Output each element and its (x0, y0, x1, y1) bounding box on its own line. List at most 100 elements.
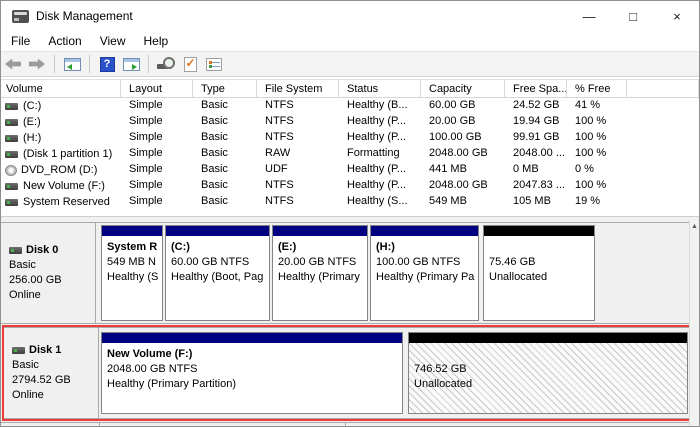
layout-cell: Simple (121, 194, 193, 210)
capacity-cell: 60.00 GB (421, 98, 505, 114)
column-header-free-space[interactable]: Free Spa... (505, 80, 567, 97)
partition-name: (C:) (171, 240, 264, 255)
table-row[interactable]: (Disk 1 partition 1) Simple Basic RAW Fo… (1, 146, 699, 162)
pct-free-cell: 100 % (567, 178, 627, 194)
column-header-empty (627, 80, 699, 97)
partition-color-bar (273, 226, 367, 236)
partition-color-bar (102, 333, 402, 343)
volume-name: (Disk 1 partition 1) (23, 148, 112, 160)
column-header-volume[interactable]: Volume (1, 80, 121, 97)
table-row[interactable]: (H:) Simple Basic NTFS Healthy (P... 100… (1, 130, 699, 146)
disk-graphic-panel: Disk 0 Basic 256.00 GB Online System R 5… (1, 216, 699, 426)
toolbar-separator (54, 55, 55, 73)
close-button[interactable]: × (655, 1, 699, 31)
menu-action[interactable]: Action (39, 32, 90, 50)
status-cell: Healthy (P... (339, 130, 421, 146)
check-document-icon[interactable]: ✓ (178, 53, 202, 75)
column-header-capacity[interactable]: Capacity (421, 80, 505, 97)
partition-system-reserved[interactable]: System R 549 MB N Healthy (S (101, 225, 163, 321)
disk-management-window: Disk Management — □ × File Action View H… (0, 0, 700, 427)
table-row[interactable]: DVD_ROM (D:) Simple Basic UDF Healthy (P… (1, 162, 699, 178)
partition-e[interactable]: (E:) 20.00 GB NTFS Healthy (Primary (272, 225, 368, 321)
partition-color-bar (371, 226, 478, 236)
volume-list-header: Volume Layout Type File System Status Ca… (1, 79, 699, 98)
scroll-up-icon[interactable]: ▲ (690, 220, 699, 234)
free-space-cell: 2047.83 ... (505, 178, 567, 194)
minimize-button[interactable]: — (567, 1, 611, 31)
pct-free-cell: 100 % (567, 114, 627, 130)
free-space-cell: 0 MB (505, 162, 567, 178)
back-icon[interactable] (1, 53, 25, 75)
pct-free-cell: 19 % (567, 194, 627, 210)
column-header-pct-free[interactable]: % Free (567, 80, 627, 97)
properties-list-icon[interactable] (202, 53, 226, 75)
drive-icon (5, 183, 18, 190)
pct-free-cell: 100 % (567, 130, 627, 146)
toolbar-separator (148, 55, 149, 73)
dvd-icon (5, 165, 17, 176)
show-action-pane-icon[interactable] (119, 53, 143, 75)
status-cell: Healthy (B... (339, 98, 421, 114)
title-bar: Disk Management — □ × (1, 1, 699, 31)
partition-name (489, 240, 589, 255)
volume-name: New Volume (F:) (23, 180, 105, 192)
partition-unallocated-disk1[interactable]: 746.52 GB Unallocated (408, 332, 688, 414)
disk0-label[interactable]: Disk 0 Basic 256.00 GB Online (1, 223, 96, 323)
menu-bar: File Action View Help (1, 31, 699, 51)
partition-status: Healthy (Boot, Pag (171, 270, 264, 285)
maximize-button[interactable]: □ (611, 1, 655, 31)
forward-icon[interactable] (25, 53, 49, 75)
table-row[interactable]: System Reserved Simple Basic NTFS Health… (1, 194, 699, 210)
partition-name: New Volume (F:) (107, 347, 397, 362)
file-system-cell: RAW (257, 146, 339, 162)
menu-help[interactable]: Help (135, 32, 178, 50)
disk-kind: Basic (12, 358, 98, 373)
partition-size: 549 MB N (107, 255, 157, 270)
file-system-cell: NTFS (257, 98, 339, 114)
type-cell: Basic (193, 194, 257, 210)
layout-cell: Simple (121, 114, 193, 130)
column-header-type[interactable]: Type (193, 80, 257, 97)
toolbar: ? ✓ (1, 51, 699, 77)
disk1-label[interactable]: Disk 1 Basic 2794.52 GB Online (4, 328, 99, 418)
column-header-layout[interactable]: Layout (121, 80, 193, 97)
partition-h[interactable]: (H:) 100.00 GB NTFS Healthy (Primary Pa (370, 225, 479, 321)
capacity-cell: 2048.00 GB (421, 146, 505, 162)
menu-view[interactable]: View (91, 32, 135, 50)
partition-unallocated-disk0[interactable]: 75.46 GB Unallocated (483, 225, 595, 321)
partition-status: Healthy (S (107, 270, 157, 285)
disk-status: Online (12, 388, 98, 403)
status-cell: Healthy (S... (339, 194, 421, 210)
help-icon[interactable]: ? (95, 53, 119, 75)
partition-name: (H:) (376, 240, 473, 255)
pct-free-cell: 0 % (567, 162, 627, 178)
partition-c[interactable]: (C:) 60.00 GB NTFS Healthy (Boot, Pag (165, 225, 270, 321)
volume-name: (C:) (23, 100, 41, 112)
partition-name (414, 347, 682, 362)
column-header-file-system[interactable]: File System (257, 80, 339, 97)
menu-file[interactable]: File (1, 32, 39, 50)
partition-name: (E:) (278, 240, 362, 255)
disk-name: Disk 1 (29, 343, 61, 358)
file-system-cell: UDF (257, 162, 339, 178)
partition-size: 2048.00 GB NTFS (107, 362, 397, 377)
table-row[interactable]: (C:) Simple Basic NTFS Healthy (B... 60.… (1, 98, 699, 114)
partition-size: 20.00 GB NTFS (278, 255, 362, 270)
type-cell: Basic (193, 162, 257, 178)
partition-color-bar (166, 226, 269, 236)
layout-cell: Simple (121, 98, 193, 114)
table-row[interactable]: New Volume (F:) Simple Basic NTFS Health… (1, 178, 699, 194)
layout-cell: Simple (121, 146, 193, 162)
partition-new-volume-f[interactable]: New Volume (F:) 2048.00 GB NTFS Healthy … (101, 332, 403, 414)
column-header-status[interactable]: Status (339, 80, 421, 97)
volume-name: (E:) (23, 116, 41, 128)
show-console-tree-icon[interactable] (60, 53, 84, 75)
disk-icon (9, 247, 22, 254)
rescan-disks-icon[interactable] (154, 53, 178, 75)
volume-name: DVD_ROM (D:) (21, 164, 97, 176)
file-system-cell: NTFS (257, 194, 339, 210)
table-row[interactable]: (E:) Simple Basic NTFS Healthy (P... 20.… (1, 114, 699, 130)
disk1-row: Disk 1 Basic 2794.52 GB Online New Volum… (4, 327, 695, 419)
type-cell: Basic (193, 178, 257, 194)
vertical-scrollbar[interactable]: ▲ (689, 220, 699, 426)
